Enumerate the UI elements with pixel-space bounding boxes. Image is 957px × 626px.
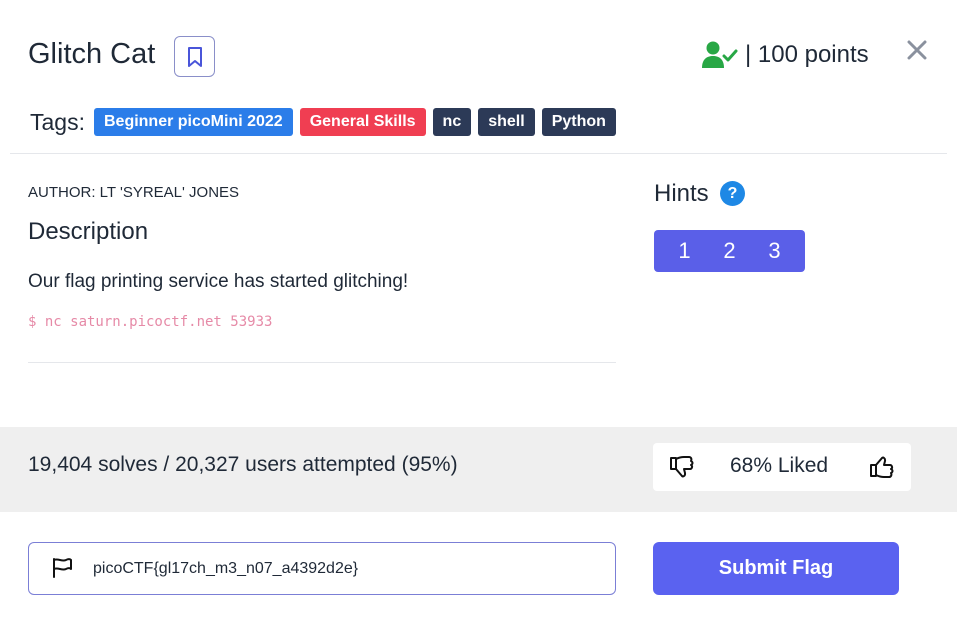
liked-percentage: 68% Liked <box>730 454 829 477</box>
description-text: Our flag printing service has started gl… <box>28 271 409 292</box>
hint-button-2[interactable]: 2 <box>710 238 750 264</box>
points-label: | 100 points <box>745 41 869 68</box>
help-icon[interactable]: ? <box>720 181 745 206</box>
solves-stats: 19,404 solves / 20,327 users attempted (… <box>28 453 458 476</box>
submit-flag-button[interactable]: Submit Flag <box>653 542 899 595</box>
likes-panel: 68% Liked <box>653 443 911 491</box>
thumbs-up-icon[interactable] <box>869 455 895 479</box>
header-divider <box>10 153 947 154</box>
challenge-title: Glitch Cat <box>28 38 156 70</box>
hint-button-group: 1 2 3 <box>654 230 805 272</box>
flag-icon <box>53 558 72 578</box>
tag-general-skills[interactable]: General Skills <box>299 108 426 136</box>
tags-label: Tags: <box>30 109 85 135</box>
bookmark-icon <box>187 46 202 67</box>
hints-heading: Hints <box>654 180 709 207</box>
tag-nc[interactable]: nc <box>432 108 472 136</box>
flag-input-container <box>28 542 616 595</box>
author-label: AUTHOR: LT 'SYREAL' JONES <box>28 184 240 201</box>
hint-button-1[interactable]: 1 <box>665 238 705 264</box>
tag-list: Tags: Beginner picoMini 2022 General Ski… <box>30 108 623 136</box>
connection-command: $ nc saturn.picoctf.net 53933 <box>28 314 273 330</box>
tag-beginner-picomini[interactable]: Beginner picoMini 2022 <box>93 108 293 136</box>
thumbs-down-icon[interactable] <box>669 455 695 479</box>
close-icon <box>907 40 927 60</box>
hint-button-3[interactable]: 3 <box>755 238 795 264</box>
close-button[interactable] <box>905 38 929 62</box>
user-check-icon <box>702 41 738 68</box>
bookmark-button[interactable] <box>174 36 215 77</box>
challenge-modal: Glitch Cat | 100 points Tags: Beginner p… <box>0 0 957 626</box>
tag-shell[interactable]: shell <box>478 108 535 136</box>
flag-input[interactable] <box>93 544 593 593</box>
tag-python[interactable]: Python <box>541 108 616 136</box>
description-divider <box>28 362 616 363</box>
description-heading: Description <box>28 218 149 245</box>
